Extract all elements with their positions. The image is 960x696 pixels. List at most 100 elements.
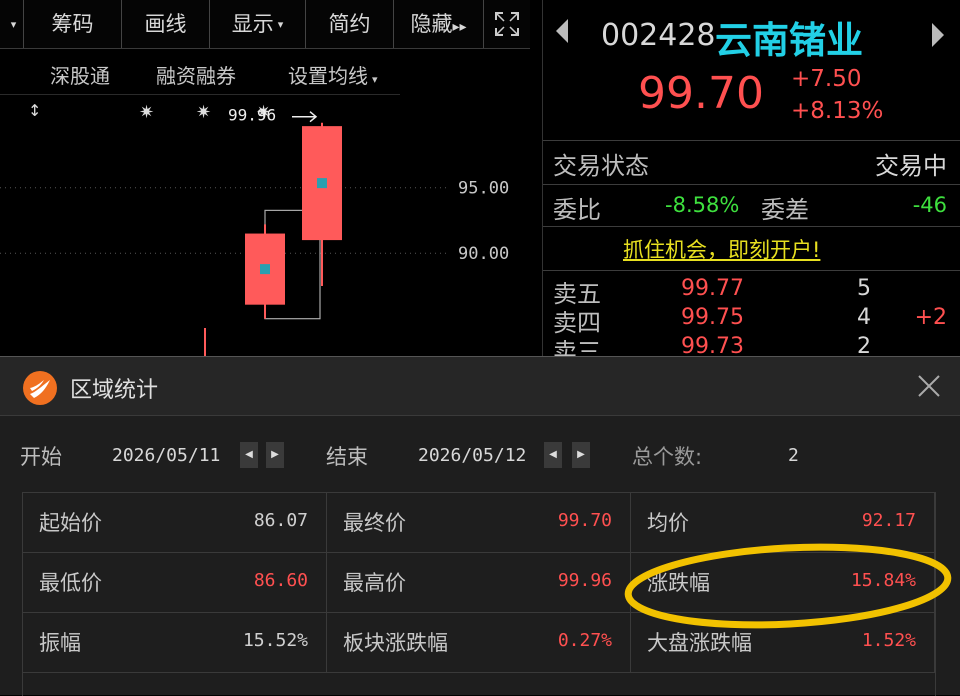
dialog-titlebar[interactable]: 区域统计 <box>0 357 960 416</box>
price-axis: 95.00 90.00 <box>458 179 509 265</box>
end-next-button[interactable]: ▶ <box>572 442 590 468</box>
chevron-left-icon <box>556 19 568 43</box>
chevron-right-icon <box>932 23 944 47</box>
triangle-right-icon: ▶ <box>577 449 585 460</box>
dialog-close-button[interactable] <box>916 373 942 403</box>
stats-label: 均价 <box>647 511 689 535</box>
stats-value: 0.27% <box>557 630 612 651</box>
ask-price: 99.73 <box>681 334 744 358</box>
chart-subbar: 深股通 融资融券 设置均线 ▾ <box>0 58 400 95</box>
subbar-margin-trading[interactable]: 融资融券 <box>156 58 236 94</box>
end-prev-button[interactable]: ◀ <box>544 442 562 468</box>
end-date: 2026/05/12 <box>418 445 527 466</box>
stats-label: 最高价 <box>343 571 406 595</box>
status-value: 交易中 <box>875 152 947 180</box>
count-label: 总个数: <box>632 445 703 469</box>
ask-volume: 4 <box>857 305 871 330</box>
ask-volume: 2 <box>857 334 871 358</box>
stats-value: 92.17 <box>861 510 916 531</box>
price-axis-label: 95.00 <box>458 179 509 199</box>
chevron-down-icon: ▾ <box>372 73 378 86</box>
event-marker-star: ✷ <box>196 102 211 123</box>
stock-name: 云南锗业 <box>715 19 863 62</box>
highlight-ring <box>624 543 952 629</box>
double-arrow-right-icon: ▸▸ <box>452 19 467 35</box>
stats-value: 99.96 <box>557 570 612 591</box>
stats-cell: 最高价 99.96 <box>327 553 631 613</box>
toolbar-display-label: 显示 <box>231 12 274 36</box>
end-label: 结束 <box>326 445 368 469</box>
stats-label: 最终价 <box>343 511 406 535</box>
stats-value: 86.07 <box>253 510 308 531</box>
start-prev-button[interactable]: ◀ <box>240 442 258 468</box>
start-date: 2026/05/11 <box>112 445 221 466</box>
kline-chart[interactable]: ↕ ✷ ✷ ✷ 95.00 90.00 99.96 <box>0 96 530 358</box>
ask-delta: +2 <box>914 305 947 330</box>
weicha-value: -46 <box>912 193 947 217</box>
dialog-title: 区域统计 <box>70 378 159 403</box>
stock-code: 002428 <box>601 18 716 53</box>
triangle-right-icon: ▶ <box>271 449 279 460</box>
arrow-right-icon <box>292 111 318 123</box>
fullscreen-button[interactable] <box>484 0 530 48</box>
fullscreen-icon <box>495 12 519 36</box>
toolbar-simple-button[interactable]: 简约 <box>306 0 394 48</box>
ask-row: 卖四 99.75 4 +2 <box>543 303 960 337</box>
divider <box>543 270 960 271</box>
chart-toolbar: ▾ 筹码 画线 显示 ▾ 简约 隐藏▸▸ <box>0 0 530 49</box>
weibi-value: -8.58% <box>665 193 740 217</box>
stats-value: 86.60 <box>253 570 308 591</box>
price-axis-label: 90.00 <box>458 244 509 264</box>
event-marker-star: ✷ <box>139 102 154 123</box>
toolbar-chips-button[interactable]: 筹码 <box>24 0 122 48</box>
toolbar-display-button[interactable]: 显示 ▾ <box>210 0 306 48</box>
ask-level-label: 卖三 <box>553 338 601 358</box>
ask-volume: 5 <box>857 276 871 301</box>
ask-row: 卖五 99.77 5 <box>543 274 960 308</box>
candle-center-marker <box>317 178 327 189</box>
stats-cell: 板块涨跌幅 0.27% <box>327 613 631 673</box>
start-next-button[interactable]: ▶ <box>266 442 284 468</box>
open-account-banner-link[interactable]: 抓住机会，即刻开户! <box>623 234 820 264</box>
subbar-ma-settings[interactable]: 设置均线 ▾ <box>288 58 378 98</box>
app-logo-icon <box>23 371 57 405</box>
weibi-label: 委比 <box>553 196 601 224</box>
candles <box>245 122 342 319</box>
ask-price: 99.75 <box>681 305 744 330</box>
high-price-label: 99.96 <box>228 106 276 125</box>
close-icon <box>918 375 940 397</box>
quote-panel: 002428 云南锗业 99.70 +7.50 +8.13% 交易状态 交易中 … <box>542 0 960 358</box>
stats-value: 15.52% <box>242 630 308 651</box>
stats-cell: 最终价 99.70 <box>327 493 631 553</box>
prev-stock-button[interactable] <box>555 18 569 51</box>
start-label: 开始 <box>20 445 62 469</box>
stats-cell: 振幅 15.52% <box>23 613 327 673</box>
next-stock-button[interactable] <box>931 22 945 52</box>
price-change: +7.50 <box>791 66 862 92</box>
divider <box>543 140 960 141</box>
ask-book: 卖五 99.77 5 卖四 99.75 4 +2 卖三 99.73 2 <box>543 274 960 358</box>
toolbar-menu-button[interactable]: ▾ <box>0 0 24 48</box>
stats-label: 板块涨跌幅 <box>343 631 448 655</box>
weicha-label: 委差 <box>761 196 809 224</box>
region-stats-dialog: 区域统计 开始 2026/05/11 ◀ ▶ 结束 2026/05/12 ◀ ▶… <box>0 356 960 696</box>
stats-cell: 起始价 86.07 <box>23 493 327 553</box>
stats-label: 最低价 <box>39 571 102 595</box>
divider <box>543 184 960 185</box>
stats-label: 起始价 <box>39 511 102 535</box>
divider <box>543 226 960 227</box>
event-marker-arrow: ↕ <box>28 101 41 120</box>
stats-value: 99.70 <box>557 510 612 531</box>
ask-price: 99.77 <box>681 276 744 301</box>
toolbar-hide-button[interactable]: 隐藏▸▸ <box>394 0 484 48</box>
triangle-left-icon: ◀ <box>245 449 253 460</box>
last-price: 99.70 <box>638 68 764 119</box>
stats-cell: 最低价 86.60 <box>23 553 327 613</box>
triangle-left-icon: ◀ <box>549 449 557 460</box>
subbar-sz-connect[interactable]: 深股通 <box>50 58 110 94</box>
stats-label: 振幅 <box>39 631 81 655</box>
price-change-pct: +8.13% <box>791 98 884 124</box>
ask-row: 卖三 99.73 2 <box>543 332 960 358</box>
toolbar-draw-button[interactable]: 画线 <box>122 0 210 48</box>
subbar-ma-label: 设置均线 <box>288 64 368 88</box>
